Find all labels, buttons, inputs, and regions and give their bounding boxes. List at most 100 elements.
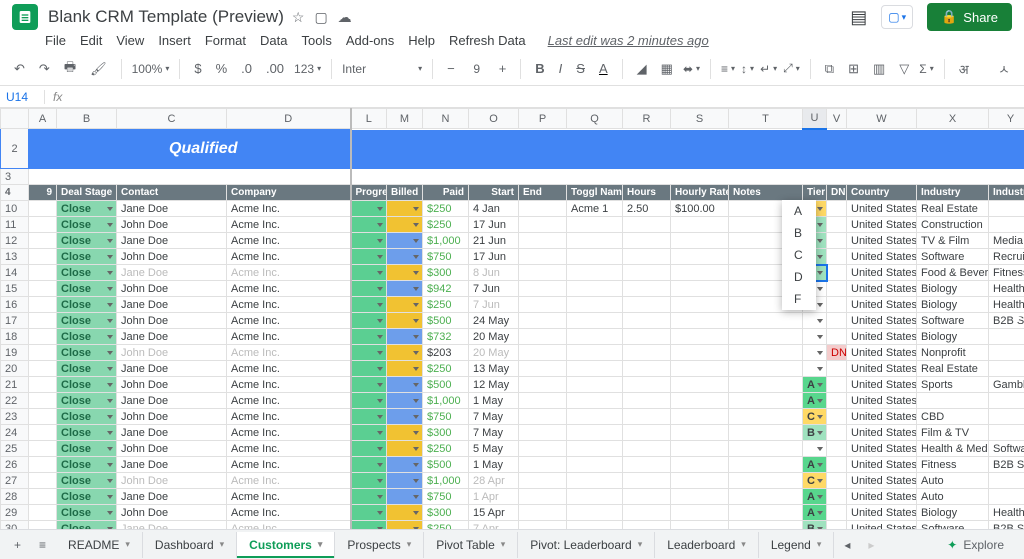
contact-cell[interactable]: Jane Doe [117, 297, 227, 313]
tier-cell[interactable]: C [803, 409, 827, 425]
contact-cell[interactable]: John Doe [117, 281, 227, 297]
progress-cell[interactable] [351, 265, 387, 281]
start-cell[interactable]: 28 Apr [469, 473, 519, 489]
font-size-increase[interactable]: + [495, 58, 511, 79]
menu-help[interactable]: Help [408, 33, 435, 48]
progress-cell[interactable] [351, 345, 387, 361]
start-cell[interactable]: 7 May [469, 425, 519, 441]
start-cell[interactable]: 20 May [469, 345, 519, 361]
document-title[interactable]: Blank CRM Template (Preview) [48, 7, 284, 27]
start-cell[interactable]: 15 Apr [469, 505, 519, 521]
collapse-toolbar-button[interactable]: ㅅ [994, 56, 1014, 81]
borders-button[interactable]: ▦ [657, 58, 677, 80]
menu-data[interactable]: Data [260, 33, 287, 48]
column-header[interactable]: A [29, 109, 57, 129]
tier-cell[interactable]: A [803, 457, 827, 473]
start-cell[interactable]: 12 May [469, 377, 519, 393]
deal-stage-cell[interactable]: Close [57, 329, 117, 345]
paid-cell[interactable]: $732 [423, 329, 469, 345]
move-icon[interactable]: ▢ [314, 9, 327, 26]
chart-button[interactable]: ▥ [869, 58, 889, 80]
tier-cell[interactable] [803, 345, 827, 361]
paid-cell[interactable]: $250 [423, 297, 469, 313]
more-formats-button[interactable]: 123▾ [294, 62, 321, 76]
contact-cell[interactable]: Jane Doe [117, 233, 227, 249]
tier-cell[interactable] [803, 313, 827, 329]
menu-refresh-data[interactable]: Refresh Data [449, 33, 526, 48]
all-sheets-button[interactable]: ≡ [31, 532, 54, 558]
comment-button[interactable]: ⊞ [844, 58, 863, 80]
company-cell[interactable]: Acme Inc. [227, 329, 351, 345]
billed-cell[interactable] [387, 505, 423, 521]
deal-stage-cell[interactable]: Close [57, 313, 117, 329]
billed-cell[interactable] [387, 489, 423, 505]
billed-cell[interactable] [387, 361, 423, 377]
progress-cell[interactable] [351, 489, 387, 505]
bold-button[interactable]: B [531, 58, 548, 79]
tier-option[interactable]: A [782, 200, 818, 222]
redo-button[interactable]: ↷ [35, 58, 54, 80]
paid-cell[interactable]: $300 [423, 265, 469, 281]
tier-cell[interactable]: B [803, 425, 827, 441]
contact-cell[interactable]: Jane Doe [117, 265, 227, 281]
tier-cell[interactable] [803, 441, 827, 457]
company-cell[interactable]: Acme Inc. [227, 297, 351, 313]
tier-cell[interactable] [803, 361, 827, 377]
add-sheet-button[interactable]: + [6, 532, 29, 558]
deal-stage-cell[interactable]: Close [57, 377, 117, 393]
start-cell[interactable]: 8 Jun [469, 265, 519, 281]
link-button[interactable]: ⧉ [821, 58, 838, 80]
company-cell[interactable]: Acme Inc. [227, 345, 351, 361]
menu-tools[interactable]: Tools [301, 33, 331, 48]
strike-button[interactable]: S [572, 58, 589, 79]
menu-add-ons[interactable]: Add-ons [346, 33, 394, 48]
sheet-tab-pivot-table[interactable]: Pivot Table▾ [424, 532, 518, 558]
billed-cell[interactable] [387, 217, 423, 233]
star-icon[interactable]: ☆ [292, 9, 305, 26]
column-header[interactable]: D [227, 109, 351, 129]
deal-stage-cell[interactable]: Close [57, 265, 117, 281]
progress-cell[interactable] [351, 457, 387, 473]
billed-cell[interactable] [387, 393, 423, 409]
menu-file[interactable]: File [45, 33, 66, 48]
deal-stage-cell[interactable]: Close [57, 425, 117, 441]
cloud-icon[interactable]: ☁ [338, 9, 352, 26]
contact-cell[interactable]: Jane Doe [117, 425, 227, 441]
sheet-tab-readme[interactable]: README▾ [56, 532, 143, 558]
scroll-tabs-right[interactable]: ▸ [860, 532, 882, 558]
deal-stage-cell[interactable]: Close [57, 473, 117, 489]
text-color-button[interactable]: A [595, 58, 612, 79]
wrap-button[interactable]: ↵▾ [760, 62, 777, 76]
progress-cell[interactable] [351, 425, 387, 441]
start-cell[interactable]: 7 Jun [469, 281, 519, 297]
progress-cell[interactable] [351, 361, 387, 377]
column-header[interactable]: N [423, 109, 469, 129]
company-cell[interactable]: Acme Inc. [227, 425, 351, 441]
tier-cell[interactable] [803, 329, 827, 345]
billed-cell[interactable] [387, 377, 423, 393]
paid-cell[interactable]: $1,000 [423, 473, 469, 489]
menu-format[interactable]: Format [205, 33, 246, 48]
start-cell[interactable]: 24 May [469, 313, 519, 329]
progress-cell[interactable] [351, 313, 387, 329]
zoom-select[interactable]: 100%▾ [132, 62, 170, 76]
start-cell[interactable]: 7 May [469, 409, 519, 425]
font-size-input[interactable]: 9 [465, 62, 489, 76]
contact-cell[interactable]: John Doe [117, 441, 227, 457]
deal-stage-cell[interactable]: Close [57, 441, 117, 457]
column-header[interactable]: B [57, 109, 117, 129]
decrease-decimal-button[interactable]: .0 [237, 58, 256, 79]
deal-stage-cell[interactable]: Close [57, 201, 117, 217]
billed-cell[interactable] [387, 329, 423, 345]
font-select[interactable]: Inter▾ [342, 62, 422, 76]
column-header[interactable]: T [729, 109, 803, 129]
company-cell[interactable]: Acme Inc. [227, 473, 351, 489]
contact-cell[interactable]: John Doe [117, 345, 227, 361]
column-header[interactable]: O [469, 109, 519, 129]
billed-cell[interactable] [387, 345, 423, 361]
start-cell[interactable]: 7 Jun [469, 297, 519, 313]
paid-cell[interactable]: $500 [423, 313, 469, 329]
italic-button[interactable]: I [555, 58, 567, 79]
valign-button[interactable]: ↕▾ [741, 62, 754, 76]
percent-button[interactable]: % [212, 58, 232, 79]
